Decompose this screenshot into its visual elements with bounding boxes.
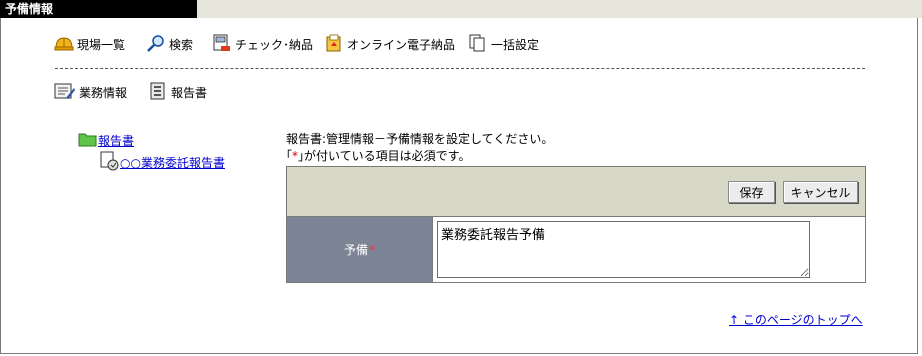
toolbar-label: 一括設定 xyxy=(491,37,540,52)
magnifier-icon xyxy=(146,34,169,55)
title-bar: 予備情報 xyxy=(0,0,922,18)
field-label-cell: 予備 * xyxy=(287,217,433,282)
hardhat-icon xyxy=(54,34,77,55)
toolbar-label: オンライン電子納品 xyxy=(347,37,456,52)
tree-node-root[interactable]: 報告書 xyxy=(78,131,134,150)
toolbar-item-business-info[interactable]: 業務情報 xyxy=(54,82,127,102)
instructions: 報告書:管理情報－予備情報を設定してください。 ｢*｣が付いている項目は必須です… xyxy=(286,131,553,165)
toolbar-label: 検索 xyxy=(169,37,194,52)
tree-child-link[interactable]: ○○業務委託報告書 xyxy=(120,154,225,171)
toolbar-item-search[interactable]: 検索 xyxy=(146,34,193,54)
toolbar-label: 現場一覧 xyxy=(77,37,126,52)
toolbar-item-bulk-settings[interactable]: 一括設定 xyxy=(468,34,539,54)
report-icon xyxy=(148,82,171,103)
toolbar-item-site-list[interactable]: 現場一覧 xyxy=(54,34,125,54)
toolbar-item-check-delivery[interactable]: チェック･納品 xyxy=(212,34,313,54)
folder-icon xyxy=(78,131,98,150)
tree-node-child[interactable]: ○○業務委託報告書 xyxy=(100,151,225,174)
field-label: 予備 xyxy=(343,243,368,257)
report-doc-icon xyxy=(100,151,120,174)
form-edit-icon xyxy=(54,82,79,103)
instruction-line-1: 報告書:管理情報－予備情報を設定してください。 xyxy=(286,132,554,146)
online-delivery-icon xyxy=(324,34,347,55)
toolbar-item-report[interactable]: 報告書 xyxy=(148,82,207,102)
documents-icon xyxy=(468,34,491,55)
toolbar-item-online-delivery[interactable]: オンライン電子納品 xyxy=(324,34,455,54)
cancel-button[interactable]: キャンセル xyxy=(783,181,858,203)
tree-root-link[interactable]: 報告書 xyxy=(98,132,134,149)
toolbar-label: チェック･納品 xyxy=(235,37,314,52)
instruction-line-2: ｢*｣が付いている項目は必須です。 xyxy=(286,149,471,163)
window-title: 予備情報 xyxy=(0,0,197,18)
checklist-icon xyxy=(212,34,235,55)
required-mark: * xyxy=(369,242,375,257)
toolbar-divider xyxy=(55,68,865,69)
toolbar-label: 報告書 xyxy=(171,85,208,100)
form-panel-header: 保存 キャンセル xyxy=(287,167,865,217)
save-button[interactable]: 保存 xyxy=(728,181,775,203)
page-top-link[interactable]: ↑ このページのトップへ xyxy=(729,311,863,328)
reserve-textarea[interactable]: 業務委託報告予備 xyxy=(437,221,810,278)
toolbar-label: 業務情報 xyxy=(79,85,128,100)
form-panel: 保存 キャンセル 予備 * 業務委託報告予備 xyxy=(286,166,866,283)
